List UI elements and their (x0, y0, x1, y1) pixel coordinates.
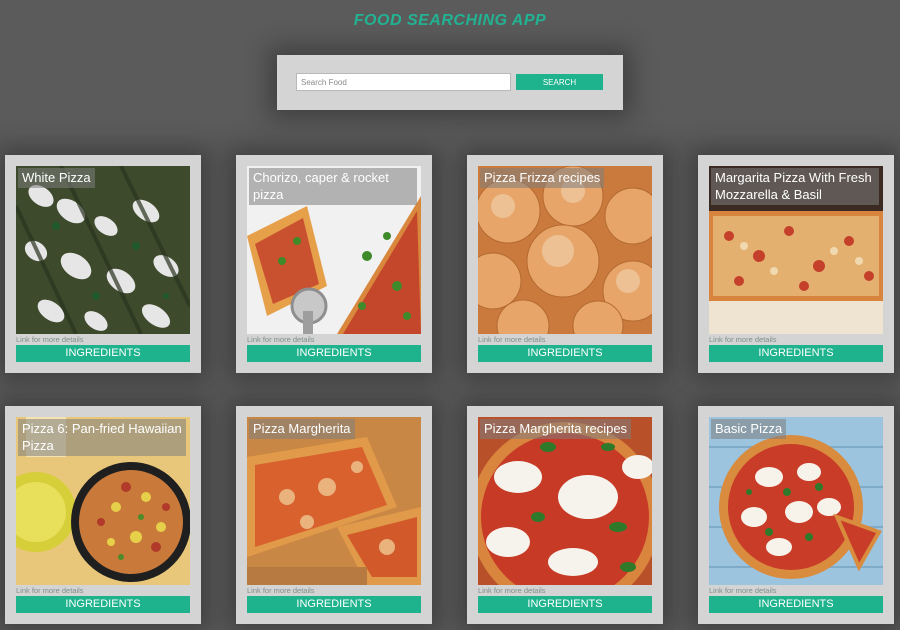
details-link[interactable]: Link for more details (16, 586, 84, 595)
ingredients-button[interactable]: INGREDIENTS (478, 345, 652, 362)
recipe-title: Pizza 6: Pan-fried Hawaiian Pizza (18, 419, 186, 456)
recipe-image: Chorizo, caper & rocket pizza (247, 166, 421, 334)
search-input[interactable] (296, 73, 511, 91)
recipe-card: Margarita Pizza With Fresh Mozzarella & … (698, 155, 894, 373)
details-link[interactable]: Link for more details (16, 335, 84, 344)
ingredients-button[interactable]: INGREDIENTS (247, 596, 421, 613)
ingredients-button[interactable]: INGREDIENTS (709, 345, 883, 362)
details-link[interactable]: Link for more details (478, 586, 546, 595)
recipe-image: White Pizza (16, 166, 190, 334)
search-panel: SEARCH (277, 55, 623, 110)
recipe-image: Pizza Margherita recipes (478, 417, 652, 585)
recipe-title: Chorizo, caper & rocket pizza (249, 168, 417, 205)
ingredients-button[interactable]: INGREDIENTS (16, 596, 190, 613)
recipe-image: Pizza Frizza recipes (478, 166, 652, 334)
recipe-card: Pizza Margherita recipes Link for more d… (467, 406, 663, 624)
recipe-title: Pizza Frizza recipes (480, 168, 605, 188)
recipe-card: Pizza Margherita Link for more details I… (236, 406, 432, 624)
search-button[interactable]: SEARCH (516, 74, 603, 90)
app-title: FOOD SEARCHING APP (353, 12, 547, 29)
ingredients-button[interactable]: INGREDIENTS (16, 345, 190, 362)
recipe-card: White Pizza Link for more details INGRED… (5, 155, 201, 373)
details-link[interactable]: Link for more details (478, 335, 546, 344)
recipe-card: Basic Pizza Link for more details INGRED… (698, 406, 894, 624)
recipe-image: Basic Pizza (709, 417, 883, 585)
recipe-title: Pizza Margherita recipes (480, 419, 632, 439)
details-link[interactable]: Link for more details (709, 335, 777, 344)
recipe-image: Pizza Margherita (247, 417, 421, 585)
recipe-image: Pizza 6: Pan-fried Hawaiian Pizza (16, 417, 190, 585)
details-link[interactable]: Link for more details (247, 586, 315, 595)
details-link[interactable]: Link for more details (247, 335, 315, 344)
ingredients-button[interactable]: INGREDIENTS (247, 345, 421, 362)
recipe-card: Chorizo, caper & rocket pizza Link for m… (236, 155, 432, 373)
recipe-title: Pizza Margherita (249, 419, 355, 439)
recipe-title: Margarita Pizza With Fresh Mozzarella & … (711, 168, 879, 205)
ingredients-button[interactable]: INGREDIENTS (478, 596, 652, 613)
recipe-title: White Pizza (18, 168, 95, 188)
ingredients-button[interactable]: INGREDIENTS (709, 596, 883, 613)
recipe-title: Basic Pizza (711, 419, 787, 439)
recipe-image: Margarita Pizza With Fresh Mozzarella & … (709, 166, 883, 334)
details-link[interactable]: Link for more details (709, 586, 777, 595)
recipe-card: Pizza Frizza recipes Link for more detai… (467, 155, 663, 373)
recipe-card: Pizza 6: Pan-fried Hawaiian Pizza Link f… (5, 406, 201, 624)
